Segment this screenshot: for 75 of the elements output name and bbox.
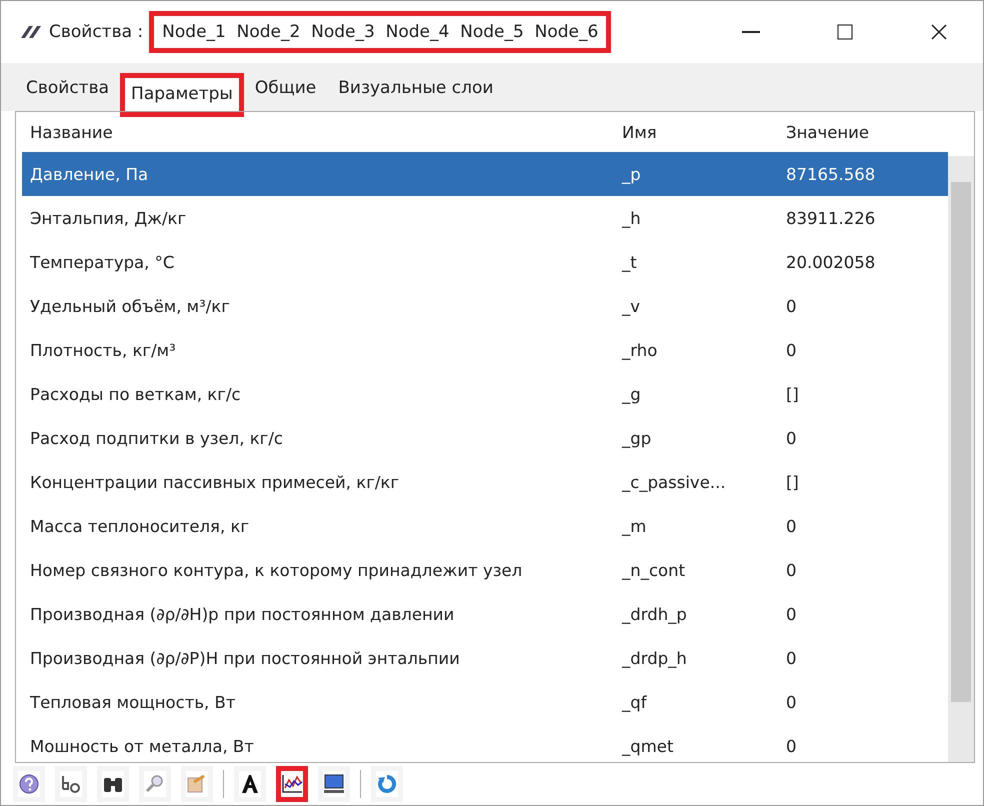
table-row[interactable]: Производная (∂ρ/∂H)p при постоянном давлении _drdh_p 0 (22, 592, 948, 636)
app-logo-icon (19, 24, 43, 40)
table-cell-text: Удельный объём, м³/кг (29, 296, 231, 316)
table-row[interactable]: Давление, Па _p 87165.568 (22, 152, 948, 196)
table-cell-text: _drdh_p (620, 604, 688, 624)
table-cell-text: 83911.226 (785, 208, 876, 228)
tab[interactable]: Параметры (120, 73, 244, 117)
table-cell-text: _h (620, 208, 642, 228)
table-cell-text: 87165.568 (785, 164, 876, 184)
table-cell-text: _c_passive... (620, 472, 727, 492)
table-cell-text: Энтальпия, Дж/кг (29, 208, 188, 228)
table-row[interactable]: Энтальпия, Дж/кг _h 83911.226 (22, 196, 948, 240)
table-cell-text: [] (785, 472, 800, 492)
refresh-icon (377, 774, 397, 794)
table-row[interactable]: Номер связного контура, к которому принадлежит узел _n_cont 0 (22, 548, 948, 592)
table-row[interactable]: Плотность, кг/м³ _rho 0 (22, 328, 948, 372)
table-cell-text: 0 (785, 340, 798, 360)
toolbar-button[interactable] (276, 766, 308, 802)
close-icon (931, 24, 947, 40)
monitor-icon (323, 774, 345, 794)
table-cell-text: _gp (620, 428, 652, 448)
table-cell-text: Производная (∂ρ/∂P)H при постоянной энтальпии (29, 648, 461, 668)
table-cell-text: Давление, Па (29, 164, 150, 184)
table-cell-text: Расход подпитки в узел, кг/с (29, 428, 284, 448)
column-header[interactable]: Значение (778, 122, 943, 142)
table-cell-text: Мошность от металла, Вт (29, 736, 255, 756)
window-title: Свойства : (49, 22, 144, 42)
table-row[interactable]: Тепловая мощность, Вт _qf 0 (22, 680, 948, 724)
table-cell-text: _qf (620, 692, 648, 712)
table-cell-text: Плотность, кг/м³ (29, 340, 177, 360)
table-row[interactable]: Масса теплоносителя, кг _m 0 (22, 504, 948, 548)
minimize-icon (742, 31, 760, 33)
table-cell-text: 20.002058 (785, 252, 876, 272)
table-row[interactable]: Расходы по веткам, кг/с _g [] (22, 372, 948, 416)
font-icon (240, 774, 260, 794)
table-cell-text: 0 (785, 296, 798, 316)
table-cell-text: Масса теплоносителя, кг (29, 516, 250, 536)
maximize-icon (837, 24, 853, 40)
table-cell-text: _v (620, 296, 642, 316)
table-row[interactable]: Расход подпитки в узел, кг/с _gp 0 (22, 416, 948, 460)
table-row[interactable]: Мошность от металла, Вт _qmet 0 (22, 724, 948, 762)
table-cell-text: 0 (785, 736, 798, 756)
window-subtitle: Node_1 Node_2 Node_3 Node_4 Node_5 Node_6 (149, 11, 612, 53)
column-header[interactable]: Название (22, 122, 614, 142)
table-row[interactable]: Концентрации пассивных примесей, кг/кг _c_passive... [] (22, 460, 948, 504)
table-cell-text: 0 (785, 648, 798, 668)
table-cell-text: 0 (785, 604, 798, 624)
table-cell-text: Температура, °С (29, 252, 176, 272)
table-cell-text: _drdp_h (620, 648, 688, 668)
help-icon (19, 774, 39, 794)
table-cell-text: Производная (∂ρ/∂H)p при постоянном давлении (29, 604, 456, 624)
table-cell-text: _n_cont (620, 560, 686, 580)
table-cell-text: Концентрации пассивных примесей, кг/кг (29, 472, 400, 492)
table-row[interactable]: Производная (∂ρ/∂P)H при постоянной энтальпии _drdp_h 0 (22, 636, 948, 680)
chart-icon (281, 774, 303, 794)
scrollbar[interactable] (948, 156, 974, 762)
table-cell-text: _p (620, 164, 642, 184)
table-cell-text: 0 (785, 560, 798, 580)
table-cell-text: 0 (785, 516, 798, 536)
table-row[interactable]: Температура, °С _t 20.002058 (22, 240, 948, 284)
table-cell-text: 0 (785, 692, 798, 712)
table-cell-text: [] (785, 384, 800, 404)
column-header[interactable]: Имя (614, 122, 778, 142)
table-cell-text: Тепловая мощность, Вт (29, 692, 236, 712)
table-cell-text: _m (620, 516, 648, 536)
table-cell-text: 0 (785, 428, 798, 448)
search-icon (145, 774, 165, 794)
table-cell-text: Номер связного контура, к которому принадлежит узел (29, 560, 524, 580)
table-cell-text: _rho (620, 340, 658, 360)
table-cell-text: _t (620, 252, 638, 272)
table-row[interactable]: Удельный объём, м³/кг _v 0 (22, 284, 948, 328)
table-cell-text: _qmet (620, 736, 674, 756)
text-case-icon (60, 774, 82, 794)
table-cell-text: _g (620, 384, 642, 404)
table-cell-text: Расходы по веткам, кг/с (29, 384, 242, 404)
